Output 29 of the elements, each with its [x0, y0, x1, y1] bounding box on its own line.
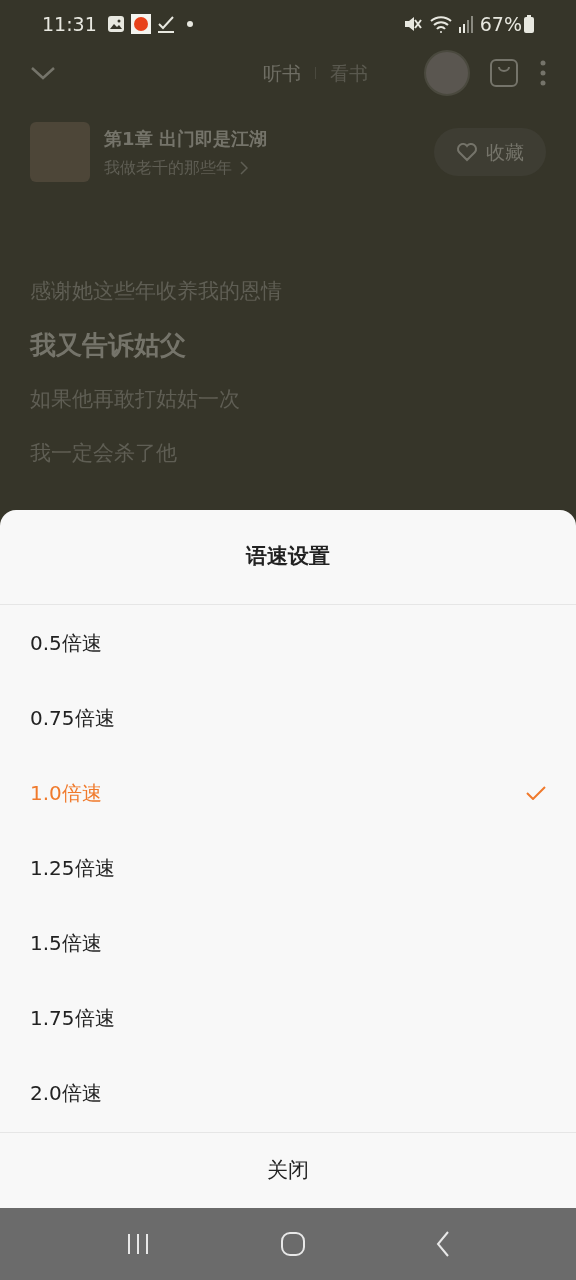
heart-icon [456, 142, 478, 162]
speed-option[interactable]: 1.75倍速 [0, 980, 576, 1055]
home-icon[interactable] [281, 1232, 305, 1256]
speed-option[interactable]: 0.5倍速 [0, 605, 576, 680]
speed-option[interactable]: 1.5倍速 [0, 905, 576, 980]
image-icon [106, 15, 125, 33]
more-icon[interactable] [540, 60, 546, 86]
back-icon[interactable] [436, 1231, 451, 1257]
speed-option[interactable]: 2.0倍速 [0, 1055, 576, 1130]
battery-percent: 67% [479, 11, 522, 37]
signal-icon [457, 15, 474, 33]
chapter-title: 第1章 出门即是江湖 [104, 126, 268, 151]
dot-icon [186, 21, 193, 27]
battery-icon [524, 15, 534, 33]
bag-icon[interactable] [490, 59, 518, 87]
speed-option[interactable]: 1.25倍速 [0, 830, 576, 905]
check-icon [526, 785, 546, 800]
recent-apps-icon[interactable] [125, 1233, 150, 1255]
download-done-icon [156, 15, 175, 33]
chevron-right-icon [240, 160, 248, 175]
lyric-line: 我又告诉姑父 [30, 330, 187, 360]
chevron-down-icon[interactable] [30, 65, 56, 81]
speed-option[interactable]: 0.75倍速 [0, 680, 576, 755]
mute-icon [403, 15, 422, 33]
avatar[interactable] [424, 50, 470, 96]
app-icon [130, 14, 151, 34]
status-time: 11:31 [42, 11, 97, 37]
sheet-title: 语速设置 [0, 510, 576, 605]
wifi-icon [429, 15, 454, 33]
